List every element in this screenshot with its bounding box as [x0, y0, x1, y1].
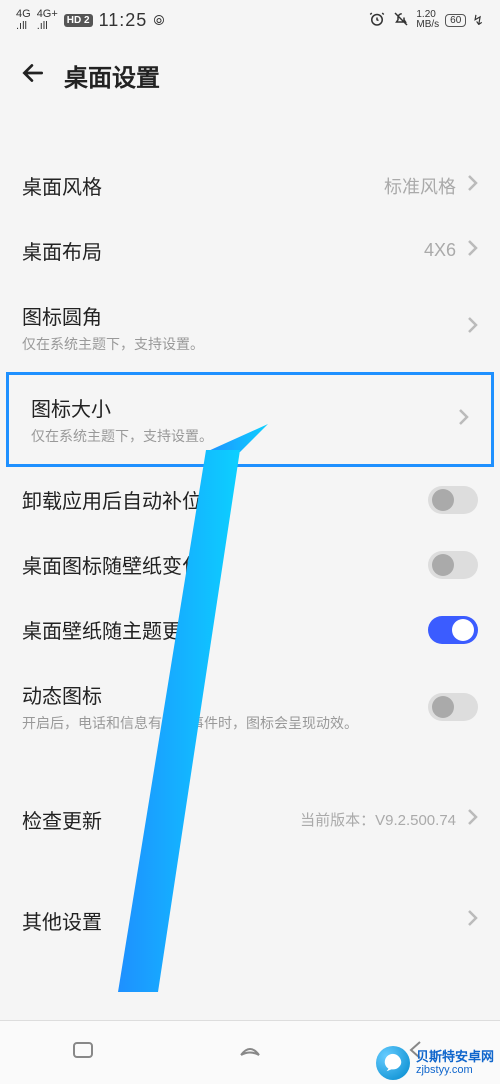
row-desktop-style[interactable]: 桌面风格 标准风格 — [0, 153, 500, 218]
value: 当前版本：V9.2.500.74 — [300, 809, 456, 830]
chevron-right-icon — [457, 407, 469, 432]
sublabel: 仅在系统主题下，支持设置。 — [22, 334, 204, 354]
status-bar: 4G.ıll 4G+.ıll HD 2 11:25 ⦾ 1.20MB/s 60 … — [0, 0, 500, 40]
label: 动态图标 — [22, 680, 358, 709]
label: 图标大小 — [31, 393, 213, 422]
alarm-icon — [368, 10, 386, 31]
watermark: 贝斯特安卓网 zjbstyy.com — [370, 1042, 500, 1084]
label: 其他设置 — [22, 906, 102, 935]
nfc-icon: ⦾ — [153, 12, 164, 29]
mute-icon — [392, 10, 410, 31]
label: 检查更新 — [22, 805, 102, 834]
chevron-right-icon — [466, 908, 478, 933]
toggle-dynamic-icon[interactable] — [428, 693, 478, 721]
value: 标准风格 — [384, 173, 456, 199]
clock: 11:25 — [99, 10, 148, 31]
row-dynamic-icon: 动态图标 开启后，电话和信息有未读事件时，图标会呈现动效。 — [0, 662, 500, 751]
status-right: 1.20MB/s 60 ↯ — [368, 10, 484, 31]
status-left: 4G.ıll 4G+.ıll HD 2 11:25 ⦾ — [16, 8, 165, 32]
row-other-settings[interactable]: 其他设置 — [0, 888, 500, 953]
watermark-logo-icon — [376, 1046, 410, 1080]
signal-1: 4G.ıll — [16, 8, 31, 32]
toggle-autofill[interactable] — [428, 486, 478, 514]
battery-icon: 60 — [445, 14, 466, 27]
label: 桌面布局 — [22, 236, 102, 265]
sublabel: 仅在系统主题下，支持设置。 — [31, 426, 213, 446]
label: 卸载应用后自动补位 — [22, 485, 202, 514]
row-icon-wallpaper: 桌面图标随壁纸变化 — [0, 532, 500, 597]
header: 桌面设置 — [0, 40, 500, 117]
back-icon[interactable] — [20, 60, 46, 91]
hd-badge: HD 2 — [64, 14, 93, 27]
label: 桌面图标随壁纸变化 — [22, 550, 202, 579]
row-icon-size[interactable]: 图标大小 仅在系统主题下，支持设置。 — [6, 372, 494, 467]
chevron-right-icon — [466, 238, 478, 263]
sublabel: 开启后，电话和信息有未读事件时，图标会呈现动效。 — [22, 713, 358, 733]
toggle-icon-wallpaper[interactable] — [428, 551, 478, 579]
watermark-brand: 贝斯特安卓网 — [416, 1050, 494, 1064]
net-speed: 1.20MB/s — [416, 10, 439, 30]
settings-list: 桌面风格 标准风格 桌面布局 4X6 图标圆角 仅在系统主题下，支持设置。 图标… — [0, 117, 500, 953]
nav-recent-icon[interactable] — [68, 1035, 98, 1070]
chevron-right-icon — [466, 315, 478, 340]
nav-home-icon[interactable] — [235, 1035, 265, 1070]
page-title: 桌面设置 — [64, 58, 160, 93]
label: 桌面壁纸随主题更换 — [22, 615, 202, 644]
chevron-right-icon — [466, 807, 478, 832]
row-check-update[interactable]: 检查更新 当前版本：V9.2.500.74 — [0, 787, 500, 852]
row-desktop-layout[interactable]: 桌面布局 4X6 — [0, 218, 500, 283]
row-icon-corner[interactable]: 图标圆角 仅在系统主题下，支持设置。 — [0, 283, 500, 372]
row-wallpaper-theme: 桌面壁纸随主题更换 — [0, 597, 500, 662]
watermark-url: zjbstyy.com — [416, 1064, 494, 1076]
signal-2: 4G+.ıll — [37, 8, 58, 32]
charging-icon: ↯ — [472, 12, 484, 29]
row-autofill: 卸载应用后自动补位 — [0, 467, 500, 532]
label: 图标圆角 — [22, 301, 204, 330]
value: 4X6 — [424, 240, 456, 261]
toggle-wallpaper-theme[interactable] — [428, 616, 478, 644]
label: 桌面风格 — [22, 171, 102, 200]
chevron-right-icon — [466, 173, 478, 198]
